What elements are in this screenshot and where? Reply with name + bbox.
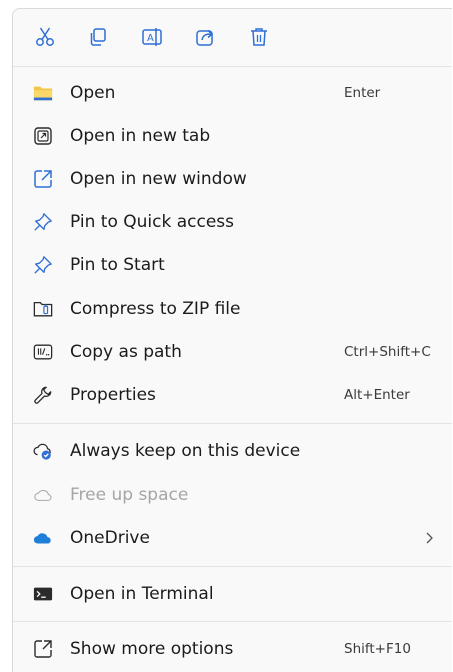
menu-item-label: Open in new window (70, 169, 247, 189)
menu-item-label: Always keep on this device (70, 441, 301, 461)
menu-item-label: Properties (70, 385, 156, 405)
menu-item-compress-to-zip[interactable]: Compress to ZIP file (13, 289, 452, 329)
new-tab-icon (33, 126, 53, 146)
chevron-right-icon (423, 530, 435, 546)
terminal-icon (33, 584, 53, 604)
cloud-outline-icon (33, 485, 53, 505)
onedrive-icon (33, 528, 53, 548)
menu-item-open-in-new-window[interactable]: Open in new window (13, 159, 452, 199)
menu-item-always-keep-on-device[interactable]: Always keep on this device (13, 431, 452, 471)
menu-item-free-up-space: Free up space (13, 475, 452, 515)
menu-item-properties[interactable]: Properties Alt+Enter (13, 375, 452, 415)
shortcut-text: Alt+Enter (344, 387, 410, 403)
cut-button[interactable] (31, 23, 59, 51)
menu-item-label: Pin to Start (70, 255, 165, 275)
zip-icon (33, 299, 53, 319)
menu-item-label: Copy as path (70, 342, 182, 362)
separator (13, 66, 452, 67)
delete-button[interactable] (245, 23, 273, 51)
menu-item-open-in-terminal[interactable]: Open in Terminal (13, 574, 452, 614)
context-menu: A Open Enter Open in new tab Open in new… (12, 8, 452, 672)
menu-item-pin-to-quick-access[interactable]: Pin to Quick access (13, 202, 452, 242)
rename-button[interactable]: A (138, 23, 166, 51)
shortcut-text: Enter (344, 85, 381, 101)
pin-icon (33, 212, 53, 232)
wrench-icon (33, 385, 53, 405)
copy-button[interactable] (84, 23, 112, 51)
cut-icon (36, 27, 54, 46)
menu-item-label: Open in Terminal (70, 584, 214, 604)
menu-item-label: Pin to Quick access (70, 212, 235, 232)
menu-item-label: OneDrive (70, 528, 150, 548)
menu-item-label: Open (70, 83, 116, 103)
rename-icon: A (142, 28, 162, 46)
pin-icon (33, 255, 53, 275)
menu-item-label: Show more options (70, 639, 234, 659)
shortcut-text: Ctrl+Shift+C (344, 344, 431, 360)
cloud-keep-icon (33, 441, 53, 461)
menu-item-pin-to-start[interactable]: Pin to Start (13, 245, 452, 285)
copy-path-icon (33, 342, 53, 362)
context-menu-toolbar: A (13, 9, 452, 65)
folder-icon (33, 83, 53, 103)
menu-item-open-in-new-tab[interactable]: Open in new tab (13, 116, 452, 156)
menu-item-show-more-options[interactable]: Show more options Shift+F10 (13, 629, 452, 669)
menu-item-open[interactable]: Open Enter (13, 73, 452, 113)
svg-text:A: A (147, 33, 154, 44)
separator (13, 566, 452, 567)
delete-icon (251, 28, 267, 46)
menu-item-onedrive[interactable]: OneDrive (13, 518, 452, 558)
new-window-icon (33, 169, 53, 189)
more-options-icon (33, 639, 53, 659)
shortcut-text: Shift+F10 (344, 641, 411, 657)
menu-item-label: Free up space (70, 485, 189, 505)
share-icon (196, 29, 214, 46)
menu-item-copy-as-path[interactable]: Copy as path Ctrl+Shift+C (13, 332, 452, 372)
menu-item-label: Compress to ZIP file (70, 299, 241, 319)
share-button[interactable] (191, 23, 219, 51)
separator (13, 621, 452, 622)
menu-item-label: Open in new tab (70, 126, 211, 146)
separator (13, 423, 452, 424)
copy-icon (90, 28, 106, 46)
